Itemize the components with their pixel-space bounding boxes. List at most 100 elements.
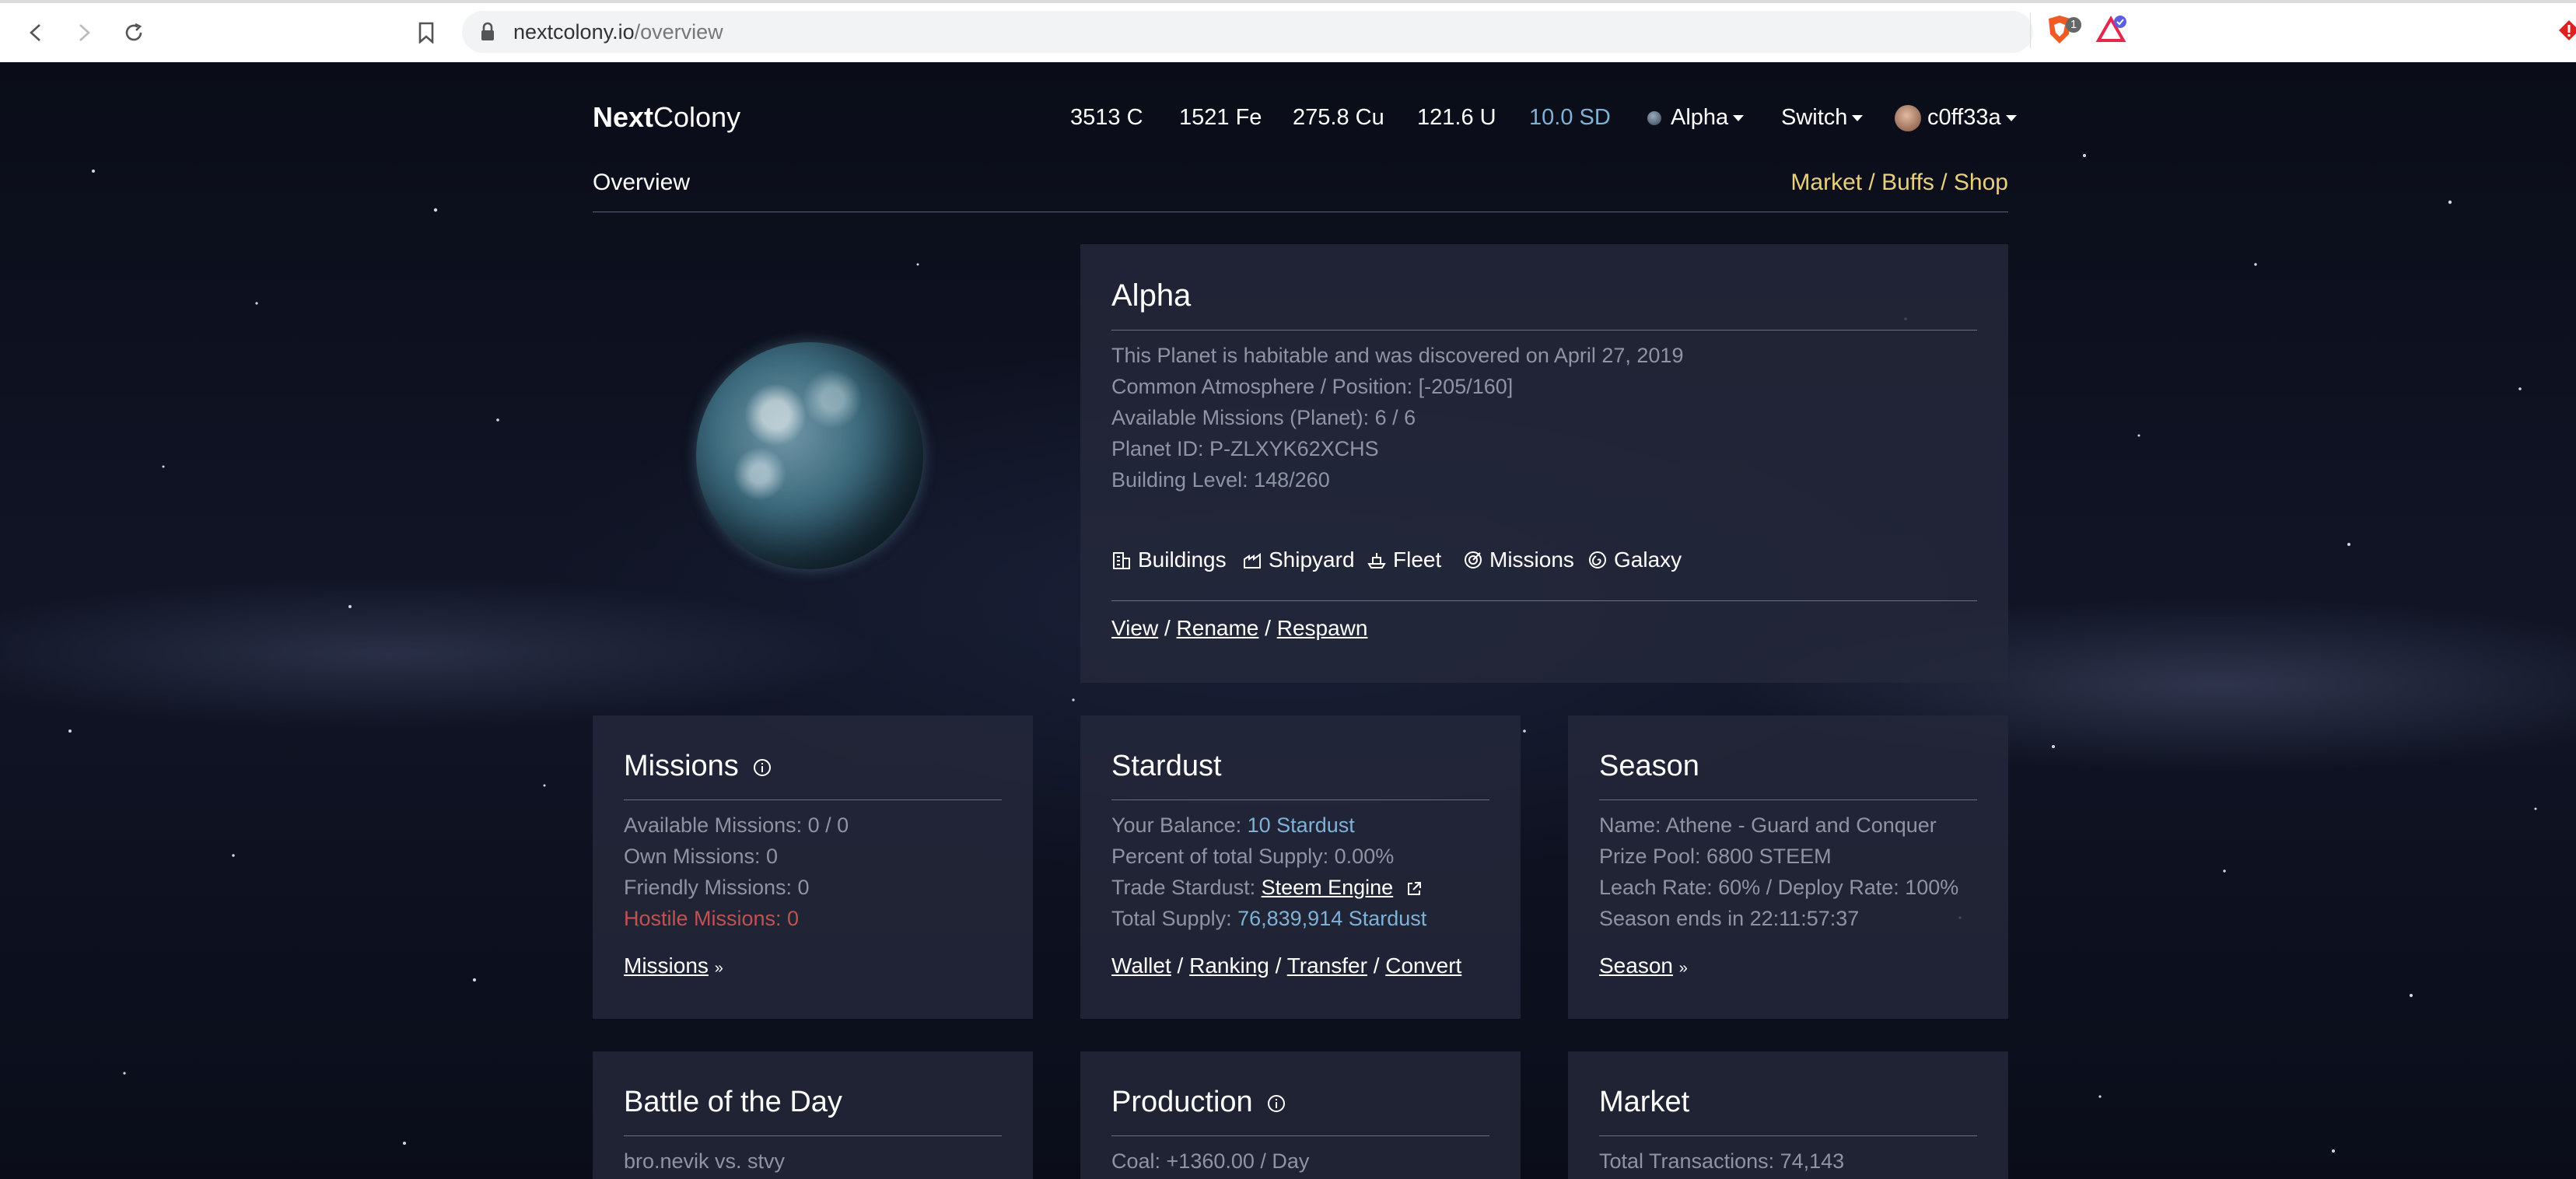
tab-strip-edge <box>0 0 2576 3</box>
back-button[interactable] <box>17 14 54 51</box>
stardust-trade-label: Trade Stardust: <box>1111 876 1262 899</box>
respawn-link[interactable]: Respawn <box>1277 616 1368 640</box>
rewards-triangle-icon <box>2095 15 2126 42</box>
shipyard-icon <box>1244 553 1261 569</box>
brave-rewards-button[interactable] <box>2095 14 2130 48</box>
nav-galaxy[interactable]: Galaxy <box>1587 548 1682 572</box>
planet-panel: Alpha This Planet is habitable and was d… <box>1080 244 2008 683</box>
info-icon[interactable] <box>1267 1094 1286 1113</box>
switch-label: Switch <box>1781 105 1848 130</box>
game-page: NextColony 3513 C 1521 Fe 275.8 Cu 121.6… <box>0 62 2576 1179</box>
nav-buildings-label: Buildings <box>1138 548 1227 572</box>
stardust-trade: Trade Stardust: Steem Engine <box>1111 876 1423 900</box>
ranking-link[interactable]: Ranking <box>1189 953 1269 978</box>
production-divider <box>1111 1135 1489 1136</box>
planet-info-atmosphere: Common Atmosphere / Position: [-205/160] <box>1111 375 1514 398</box>
season-link-row: Season » <box>1599 953 1688 978</box>
season-link[interactable]: Season <box>1599 953 1673 978</box>
planet-info-id: Planet ID: P-ZLXYK62XCHS <box>1111 437 1379 460</box>
brand-bold: Next <box>593 101 654 133</box>
battle-panel: Battle of the Day bro.nevik vs. stvy <box>593 1051 1033 1179</box>
view-link[interactable]: View <box>1111 616 1158 640</box>
info-icon[interactable] <box>753 758 772 777</box>
forward-button[interactable] <box>65 14 103 51</box>
planet-mini-icon <box>1647 111 1661 126</box>
planet-globe <box>696 342 923 569</box>
address-bar[interactable]: nextcolony.io/overview <box>462 11 2033 53</box>
season-divider <box>1599 799 1977 800</box>
bookmark-button[interactable] <box>408 14 445 51</box>
user-dropdown[interactable]: c0ff33a <box>1895 105 2017 132</box>
resource-coal: 3513 C <box>1070 105 1143 130</box>
back-arrow-icon <box>30 24 40 41</box>
production-panel: Production Coal: +1360.00 / Day <box>1080 1051 1521 1179</box>
missions-link[interactable]: Missions <box>624 953 709 978</box>
battle-divider <box>624 1135 1002 1136</box>
planet-divider <box>1111 330 1977 331</box>
planet-nav-divider <box>1111 600 1977 601</box>
galaxy-icon <box>1589 551 1606 569</box>
battle-line: bro.nevik vs. stvy <box>624 1149 786 1173</box>
missions-hostile: Hostile Missions: 0 <box>624 907 800 930</box>
nav-missions-label: Missions <box>1489 548 1574 572</box>
market-buffs-shop-links[interactable]: Market / Buffs / Shop <box>1790 170 2008 196</box>
brave-badge: 1 <box>2066 17 2081 33</box>
nav-shipyard[interactable]: Shipyard <box>1242 548 1355 572</box>
page-title: Overview <box>593 170 691 195</box>
resource-ore: 1521 Fe <box>1179 105 1262 130</box>
reload-button[interactable] <box>115 14 152 51</box>
chevron-right-icon: » <box>1678 960 1688 977</box>
wallet-link[interactable]: Wallet <box>1111 953 1171 978</box>
planet-dropdown[interactable]: Alpha <box>1647 105 1745 131</box>
bookmark-icon <box>418 22 434 44</box>
forward-arrow-icon <box>79 24 90 41</box>
planet-dropdown-label: Alpha <box>1671 105 1729 130</box>
nav-fleet[interactable]: Fleet <box>1367 548 1441 572</box>
transfer-link[interactable]: Transfer <box>1287 953 1367 978</box>
brand-logo[interactable]: NextColony <box>593 101 740 134</box>
season-panel: Season Name: Athene - Guard and Conquer … <box>1568 715 2008 1019</box>
nav-fleet-label: Fleet <box>1393 548 1442 572</box>
market-panel: Market Total Transactions: 74,143 <box>1568 1051 2008 1179</box>
separator: / <box>1164 616 1171 640</box>
stardust-supply-label: Total Supply: <box>1111 907 1238 930</box>
separator: / <box>1177 953 1184 978</box>
production-title: Production <box>1111 1086 1286 1119</box>
stardust-divider <box>1111 799 1489 800</box>
resource-copper: 275.8 Cu <box>1293 105 1384 130</box>
menu-edge-icon[interactable] <box>2557 19 2576 42</box>
nav-buildings[interactable]: Buildings <box>1111 548 1227 572</box>
missions-panel: Missions Available Missions: 0 / 0 Own M… <box>593 715 1033 1019</box>
nav-missions[interactable]: Missions <box>1463 548 1574 572</box>
chevron-right-icon: » <box>714 960 723 977</box>
market-transactions: Total Transactions: 74,143 <box>1599 1149 1845 1173</box>
chevron-down-icon <box>1852 115 1864 122</box>
stardust-balance-value: 10 Stardust <box>1247 813 1355 837</box>
game-header: NextColony 3513 C 1521 Fe 275.8 Cu 121.6… <box>593 79 2017 142</box>
steem-engine-link[interactable]: Steem Engine <box>1262 876 1394 899</box>
battle-title: Battle of the Day <box>624 1086 842 1118</box>
rename-link[interactable]: Rename <box>1177 616 1259 640</box>
stardust-supply: Total Supply: 76,839,914 Stardust <box>1111 907 1426 931</box>
missions-title-text: Missions <box>624 750 739 782</box>
chevron-down-icon <box>2005 115 2017 122</box>
chevron-down-icon <box>1733 115 1745 122</box>
nav-galaxy-label: Galaxy <box>1614 548 1682 572</box>
season-prize: Prize Pool: 6800 STEEM <box>1599 845 1832 868</box>
page-subheader: Overview Market / Buffs / Shop <box>593 165 2008 212</box>
missions-icon <box>1465 551 1482 569</box>
brave-shields-button[interactable]: 1 <box>2044 14 2081 48</box>
brand-light: Colony <box>653 101 741 133</box>
season-ends: Season ends in 22:11:57:37 <box>1599 907 1860 930</box>
reload-icon <box>125 23 142 41</box>
browser-toolbar: nextcolony.io/overview 1 <box>0 0 2576 63</box>
missions-divider <box>624 799 1002 800</box>
resource-stardust: 10.0 SD <box>1529 105 1611 130</box>
resource-uranium: 121.6 U <box>1417 105 1496 130</box>
url-text: nextcolony.io/overview <box>513 20 723 44</box>
planet-actions: View / Rename / Respawn <box>1111 616 1367 641</box>
planet-name: Alpha <box>1111 278 1192 313</box>
convert-link[interactable]: Convert <box>1385 953 1461 978</box>
url-host: nextcolony.io <box>513 20 635 44</box>
switch-dropdown[interactable]: Switch <box>1781 105 1864 131</box>
